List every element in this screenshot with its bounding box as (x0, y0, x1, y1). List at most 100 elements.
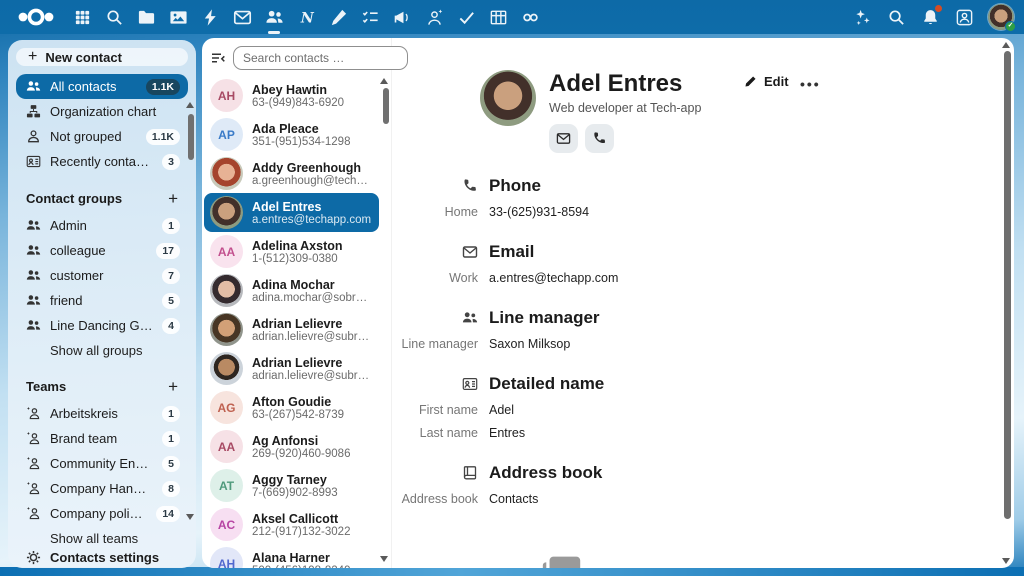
sidebar-item[interactable]: Not grouped 1.1K (16, 124, 188, 149)
contact-list-item[interactable]: AH Abey Hawtin 63-(949)843-6920 (204, 76, 379, 115)
collectives-icon[interactable] (520, 7, 540, 27)
group-icon (26, 318, 41, 333)
group-item[interactable]: Line Dancing Group 4 (16, 313, 188, 338)
contact-list-item[interactable]: AP Ada Pleace 351-(951)534-1298 (204, 115, 379, 154)
contact-list-item[interactable]: AA Adelina Axston 1-(512)309-0380 (204, 232, 379, 271)
main-scroll-up[interactable] (1002, 42, 1010, 48)
group-label: Line Dancing Group (50, 318, 153, 333)
group-item[interactable]: customer 7 (16, 263, 188, 288)
contact-list-item[interactable]: Adrian Lelievre adrian.lelievre@subrana.… (204, 349, 379, 388)
contact-name: Ag Anfonsi (252, 434, 350, 448)
contact-detail: 7-(669)902-8993 (252, 487, 338, 499)
dashboard-icon[interactable] (72, 7, 92, 27)
detail-section: Detailed nameFirst nameAdelLast nameEntr… (392, 374, 990, 440)
svg-text:N: N (299, 10, 314, 26)
group-item[interactable]: friend 5 (16, 288, 188, 313)
search-icon[interactable] (104, 7, 124, 27)
sidebar-item[interactable]: Organization chart (16, 99, 188, 124)
recognize-icon[interactable] (424, 7, 444, 27)
sidebar-item[interactable]: All contacts 1.1K (16, 74, 188, 99)
files-icon[interactable] (136, 7, 156, 27)
contact-detail: 63-(949)843-6920 (252, 97, 344, 109)
avatar-initials: AP (218, 128, 235, 142)
detail-row: Last nameEntres (392, 426, 990, 440)
contact-list-item[interactable]: Adel Entres a.entres@techapp.com (204, 193, 379, 232)
team-item[interactable]: Community Engagement 5 (16, 451, 188, 476)
count-badge: 7 (162, 268, 180, 284)
main-scrollbar-thumb[interactable] (1004, 51, 1011, 519)
sidebar-scroll-down[interactable] (186, 514, 194, 520)
group-item[interactable]: Admin 1 (16, 213, 188, 238)
team-item[interactable]: Company Handbook 8 (16, 476, 188, 501)
photos-icon[interactable] (168, 7, 188, 27)
team-item[interactable]: Company policies 14 (16, 501, 188, 526)
contact-avatar: AH (210, 79, 243, 112)
edit-button[interactable]: Edit (744, 74, 789, 89)
list-scroll-up[interactable] (380, 78, 388, 84)
more-actions-icon[interactable]: ••• (800, 76, 821, 92)
tables-icon[interactable] (488, 7, 508, 27)
app-window: N ✓ + New contact All contacts 1.1K Orga… (0, 0, 1024, 576)
sidebar-scroll-up[interactable] (186, 102, 194, 108)
list-scroll-down[interactable] (380, 556, 388, 562)
online-status-badge: ✓ (1005, 21, 1016, 32)
group-item[interactable]: colleague 17 (16, 238, 188, 263)
group-icon (26, 293, 41, 308)
contact-list-item[interactable]: Adrian Lelievre adrian.lelievre@subrana.… (204, 310, 379, 349)
tasks-icon[interactable] (360, 7, 380, 27)
contact-name: Adelina Axston (252, 239, 343, 253)
list-toolbar (202, 38, 391, 74)
contacts-settings-label: Contacts settings (50, 550, 159, 565)
contact-list-item[interactable]: AH Alana Harner 500-(456)198-8249 (204, 544, 379, 568)
search-icon[interactable] (886, 7, 906, 27)
contact-actions (549, 124, 701, 153)
call-button[interactable] (585, 124, 614, 153)
detail-row-value: a.entres@techapp.com (489, 271, 618, 285)
section-title: Phone (489, 176, 541, 196)
contact-groups-title: Contact groups (26, 191, 168, 206)
add-team-button[interactable]: + (168, 378, 178, 395)
detail-row-value: 33-(625)931-8594 (489, 205, 589, 219)
notes-icon[interactable] (328, 7, 348, 27)
user-avatar[interactable]: ✓ (988, 4, 1014, 30)
contact-title: Adel Entres (549, 70, 701, 98)
main-scroll-down[interactable] (1002, 558, 1010, 564)
detail-section: Line managerLine managerSaxon Milksop (392, 308, 990, 351)
contact-name: Addy Greenhough (252, 161, 373, 175)
approvals-icon[interactable] (456, 7, 476, 27)
sidebar-scrollbar-thumb[interactable] (188, 114, 194, 160)
show-all-groups-link[interactable]: Show all groups (16, 338, 188, 362)
sort-icon[interactable] (210, 48, 226, 68)
news-icon[interactable]: N (296, 7, 316, 27)
count-badge: 8 (162, 481, 180, 497)
contact-list-item[interactable]: Addy Greenhough a.greenhough@techapp.com (204, 154, 379, 193)
detail-row-label: Address book (392, 492, 478, 506)
contacts-menu-icon[interactable] (954, 7, 974, 27)
new-contact-button[interactable]: + New contact (16, 48, 188, 66)
contact-list-item[interactable]: AT Aggy Tarney 7-(669)902-8993 (204, 466, 379, 505)
team-item[interactable]: Brand team 1 (16, 426, 188, 451)
contact-photo[interactable] (480, 70, 536, 126)
nextcloud-logo[interactable] (16, 7, 56, 27)
detail-section: PhoneHome33-(625)931-8594 (392, 176, 990, 219)
search-input[interactable] (233, 46, 408, 70)
send-email-button[interactable] (549, 124, 578, 153)
mail-icon[interactable] (232, 7, 252, 27)
announcements-icon[interactable] (392, 7, 412, 27)
list-scrollbar-thumb[interactable] (383, 88, 389, 124)
notifications-icon[interactable] (920, 7, 940, 27)
activity-icon[interactable] (200, 7, 220, 27)
add-group-button[interactable]: + (168, 190, 178, 207)
sidebar-item[interactable]: Recently contacted 3 (16, 149, 188, 174)
contact-list-item[interactable]: AG Afton Goudie 63-(267)542-8739 (204, 388, 379, 427)
contact-list-item[interactable]: AC Aksel Callicott 212-(917)132-3022 (204, 505, 379, 544)
detail-row: Address bookContacts (392, 492, 990, 506)
contact-list-item[interactable]: Adina Mochar adina.mochar@sobrana.com (204, 271, 379, 310)
contact-list-item[interactable]: AA Ag Anfonsi 269-(920)460-9086 (204, 427, 379, 466)
contact-list-panel: AH Abey Hawtin 63-(949)843-6920 AP Ada P… (202, 38, 392, 568)
contacts-icon[interactable] (264, 7, 284, 27)
team-item[interactable]: Arbeitskreis 1 (16, 401, 188, 426)
show-all-teams-link[interactable]: Show all teams (16, 526, 188, 550)
contacts-settings-button[interactable]: Contacts settings (16, 550, 188, 565)
assistant-icon[interactable] (852, 7, 872, 27)
